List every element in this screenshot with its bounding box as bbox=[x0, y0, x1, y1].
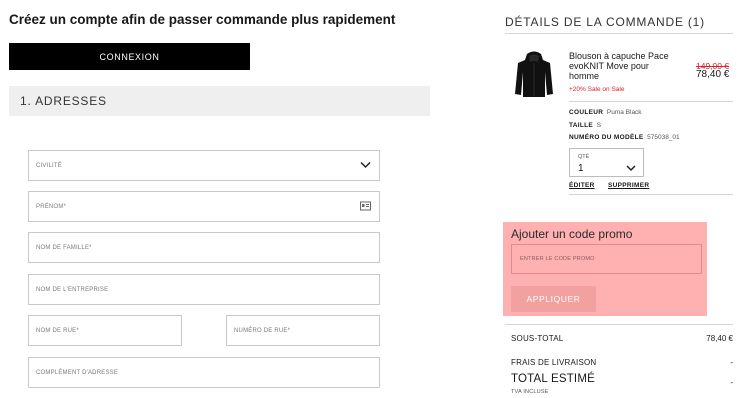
last-name-placeholder: NOM DE FAMILLE* bbox=[36, 244, 92, 251]
shipping-value: - bbox=[730, 358, 733, 367]
model-value: 575038_01 bbox=[647, 134, 680, 141]
quantity-label: QTÉ bbox=[578, 154, 590, 160]
addresses-section-title: 1. ADRESSES bbox=[20, 94, 107, 108]
divider bbox=[569, 194, 733, 195]
promo-code-title: Ajouter un code promo bbox=[511, 227, 633, 241]
address-complement-placeholder: COMPLÉMENT D'ADRESSE bbox=[36, 369, 119, 376]
total-row: TOTAL ESTIMÉ - bbox=[511, 373, 733, 389]
remove-link[interactable]: SUPPRIMER bbox=[608, 182, 649, 189]
street-number-field[interactable]: NUMÉRO DE RUE* bbox=[226, 315, 380, 346]
company-name-field[interactable]: NOM DE L'ENTREPRISE bbox=[28, 274, 380, 305]
tax-note: TVA INCLUSE bbox=[511, 389, 549, 395]
promo-code-input[interactable]: ENTRER LE CODE PROMO bbox=[511, 244, 702, 274]
addresses-section-header: 1. ADRESSES bbox=[9, 86, 430, 116]
apply-promo-button[interactable]: APPLIQUER bbox=[511, 286, 596, 312]
address-complement-field[interactable]: COMPLÉMENT D'ADRESSE bbox=[28, 357, 380, 388]
order-details-heading: DÉTAILS DE LA COMMANDE (1) bbox=[505, 15, 705, 29]
product-name[interactable]: Blouson à capuche Pace evoKNIT Move pour… bbox=[569, 51, 681, 81]
product-color: COULEUR Puma Black bbox=[569, 109, 642, 116]
color-value: Puma Black bbox=[606, 109, 642, 116]
first-name-placeholder: PRÉNOM* bbox=[36, 203, 67, 210]
divider bbox=[569, 101, 733, 102]
total-value: - bbox=[730, 378, 733, 387]
chevron-down-icon bbox=[626, 159, 636, 177]
street-name-field[interactable]: NOM DE RUE* bbox=[28, 315, 182, 346]
street-name-placeholder: NOM DE RUE* bbox=[36, 327, 79, 334]
subtotal-row: SOUS-TOTAL 78,40 € bbox=[511, 334, 733, 346]
promo-code-placeholder: ENTRER LE CODE PROMO bbox=[520, 256, 595, 262]
civility-placeholder: CIVILITÉ bbox=[36, 162, 62, 169]
product-sale-tag: +20% Sale on Sale bbox=[569, 86, 625, 93]
divider bbox=[505, 324, 733, 325]
shipping-label: FRAIS DE LIVRAISON bbox=[511, 358, 597, 367]
civility-select[interactable]: CIVILITÉ bbox=[28, 150, 380, 181]
edit-link[interactable]: ÉDITER bbox=[569, 182, 595, 189]
product-price: 78,40 € bbox=[696, 69, 730, 80]
product-model: NUMÉRO DU MODÈLE 575038_01 bbox=[569, 134, 680, 141]
total-label: TOTAL ESTIMÉ bbox=[511, 373, 595, 385]
last-name-field[interactable]: NOM DE FAMILLE* bbox=[28, 232, 380, 263]
quantity-select[interactable]: QTÉ 1 bbox=[569, 148, 644, 177]
size-value: S bbox=[596, 122, 602, 129]
contact-card-icon bbox=[360, 201, 371, 212]
shipping-row: FRAIS DE LIVRAISON - bbox=[511, 358, 733, 370]
size-label: TAILLE bbox=[569, 122, 594, 129]
subtotal-label: SOUS-TOTAL bbox=[511, 334, 564, 343]
page-title: Créez un compte afin de passer commande … bbox=[9, 12, 396, 27]
login-button[interactable]: CONNEXION bbox=[9, 43, 250, 70]
quantity-value: 1 bbox=[578, 163, 584, 174]
company-name-placeholder: NOM DE L'ENTREPRISE bbox=[36, 286, 109, 293]
first-name-field[interactable]: PRÉNOM* bbox=[28, 191, 380, 222]
street-number-placeholder: NUMÉRO DE RUE* bbox=[234, 327, 291, 334]
color-label: COULEUR bbox=[569, 109, 604, 116]
product-size: TAILLE S bbox=[569, 122, 601, 129]
model-label: NUMÉRO DU MODÈLE bbox=[569, 134, 644, 141]
divider bbox=[505, 33, 733, 34]
chevron-down-icon bbox=[360, 161, 371, 170]
product-image bbox=[512, 50, 556, 100]
subtotal-value: 78,40 € bbox=[706, 334, 733, 343]
